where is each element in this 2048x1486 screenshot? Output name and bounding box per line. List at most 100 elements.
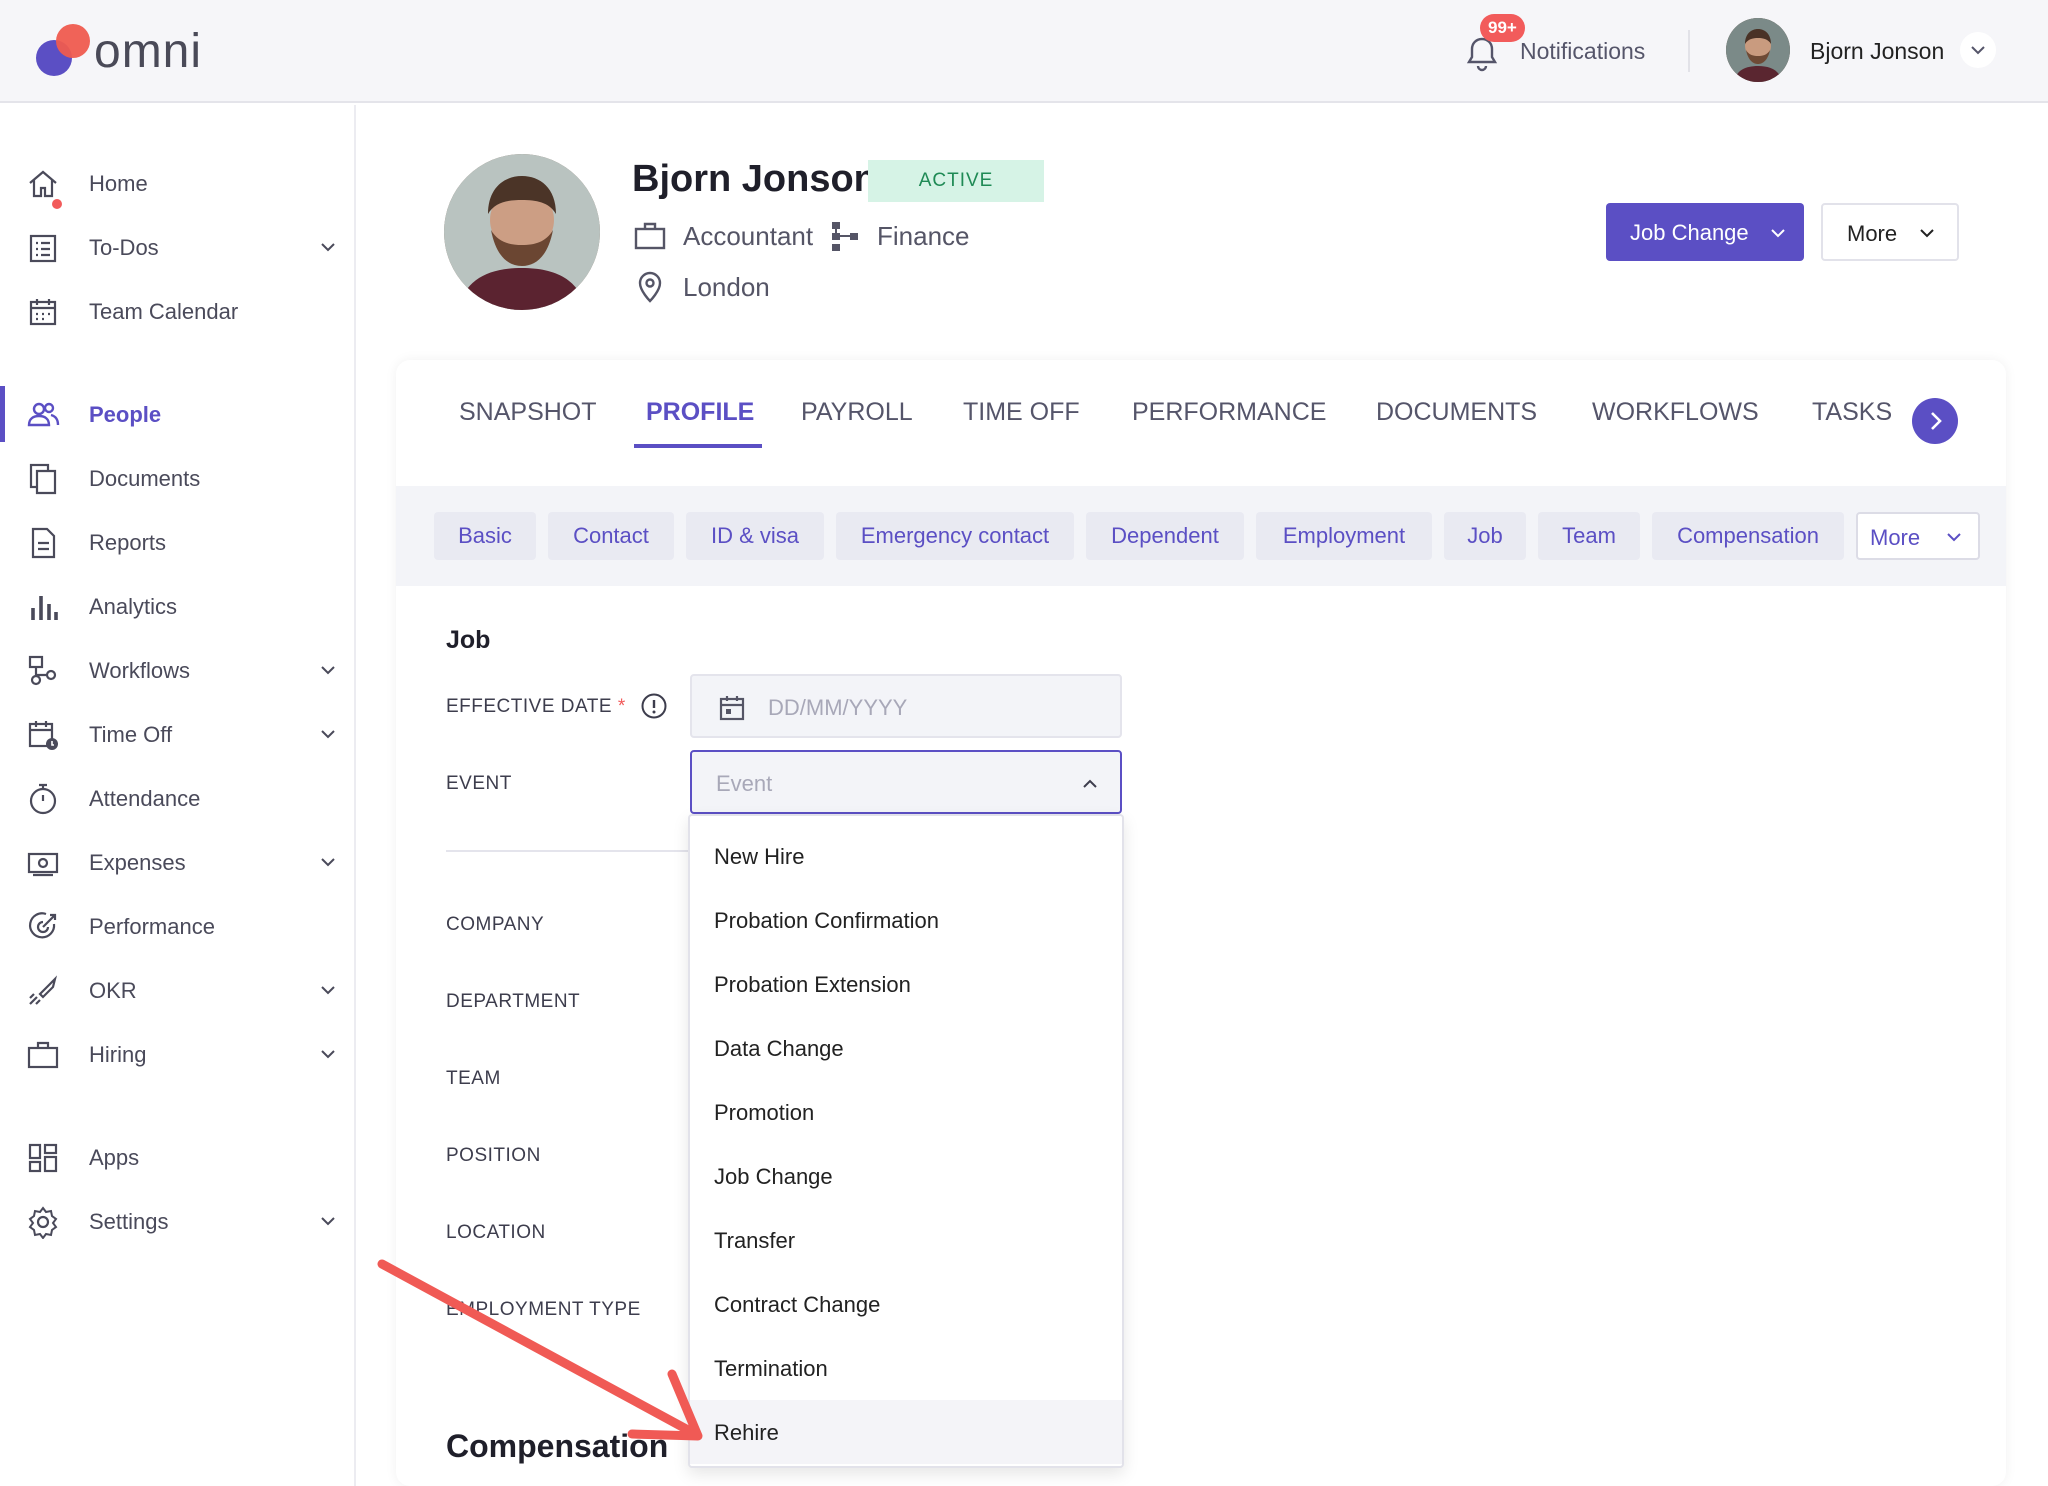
user-avatar[interactable]	[1726, 18, 1790, 82]
sidebar-item-team-calendar[interactable]: Team Calendar	[0, 283, 356, 339]
subtab-compensation[interactable]: Compensation	[1652, 512, 1844, 560]
event-select[interactable]: Event	[690, 750, 1122, 814]
subtab-team[interactable]: Team	[1538, 512, 1640, 560]
sidebar-item-label: To-Dos	[89, 235, 159, 260]
subtab-basic[interactable]: Basic	[434, 512, 536, 560]
job-change-label: Job Change	[1630, 220, 1749, 245]
event-option-label: Probation Confirmation	[714, 908, 940, 933]
position-label: POSITION	[446, 1145, 541, 1166]
sidebar-item-label: Apps	[89, 1145, 140, 1170]
documents-icon	[29, 463, 57, 495]
sidebar-item-okr[interactable]: OKR	[0, 962, 356, 1018]
top-bar: omni 99+ Notifications Bjorn Jonson	[0, 0, 2048, 103]
more-actions-button[interactable]: More	[1821, 203, 1959, 261]
briefcase-icon	[27, 1041, 59, 1069]
sidebar-item-time-off[interactable]: Time Off	[0, 706, 356, 762]
tab-documents[interactable]: DOCUMENTS	[1376, 398, 1537, 427]
event-option-transfer[interactable]: Transfer	[690, 1208, 1122, 1272]
sidebar-item-hiring[interactable]: Hiring	[0, 1026, 356, 1082]
job-change-button[interactable]: Job Change	[1606, 203, 1804, 261]
sidebar-item-label: OKR	[89, 978, 137, 1003]
user-menu-toggle[interactable]	[1960, 32, 1996, 68]
event-option-label: Promotion	[714, 1100, 815, 1125]
sidebar-item-performance[interactable]: Performance	[0, 898, 356, 954]
chevron-down-icon[interactable]	[318, 237, 338, 257]
stopwatch-icon	[29, 783, 57, 815]
subtab-dependent[interactable]: Dependent	[1086, 512, 1244, 560]
sidebar-item-reports[interactable]: Reports	[0, 514, 356, 570]
notifications-label: Notifications	[1520, 38, 1646, 64]
chevron-down-icon[interactable]	[318, 724, 338, 744]
chevron-down-icon[interactable]	[318, 1044, 338, 1064]
avatar-portrait-icon	[1726, 18, 1790, 82]
profile-job-title: Accountant	[683, 221, 814, 251]
effective-date-label-text: EFFECTIVE DATE	[446, 696, 613, 717]
profile-name: Bjorn Jonson	[632, 158, 877, 200]
tab-workflows[interactable]: WORKFLOWS	[1592, 398, 1759, 427]
chevron-right-icon	[1931, 412, 1942, 430]
subtab-contact[interactable]: Contact	[548, 512, 674, 560]
sidebar-item-workflows[interactable]: Workflows	[0, 642, 356, 698]
tab-payroll[interactable]: PAYROLL	[801, 398, 913, 427]
event-option-label: New Hire	[714, 844, 805, 869]
sidebar-item-settings[interactable]: Settings	[0, 1193, 356, 1249]
subtab-employment[interactable]: Employment	[1256, 512, 1432, 560]
omni-logo[interactable]: omni	[36, 22, 226, 82]
event-option-contract-change[interactable]: Contract Change	[690, 1272, 1122, 1336]
event-option-probation-confirmation[interactable]: Probation Confirmation	[690, 888, 1122, 952]
subtab-emergency-contact[interactable]: Emergency contact	[836, 512, 1074, 560]
sidebar-item-label: Home	[89, 171, 148, 196]
event-option-label: Rehire	[714, 1420, 779, 1445]
info-alert-icon[interactable]	[640, 692, 668, 720]
location-pin-icon	[638, 271, 662, 303]
event-option-termination[interactable]: Termination	[690, 1336, 1122, 1400]
subtab-job[interactable]: Job	[1444, 512, 1526, 560]
chevron-down-icon	[1971, 46, 1985, 55]
sidebar-item-attendance[interactable]: Attendance	[0, 770, 356, 826]
event-option-data-change[interactable]: Data Change	[690, 1016, 1122, 1080]
tab-time-off[interactable]: TIME OFF	[963, 398, 1080, 427]
event-placeholder: Event	[716, 771, 773, 796]
chevron-down-icon[interactable]	[318, 980, 338, 1000]
briefcase-icon	[634, 222, 666, 250]
event-option-rehire[interactable]: Rehire	[690, 1400, 1122, 1464]
chevron-down-icon[interactable]	[318, 852, 338, 872]
sidebar-item-label: Hiring	[89, 1042, 147, 1067]
event-option-label: Probation Extension	[714, 972, 911, 997]
effective-date-input[interactable]: DD/MM/YYYY	[690, 674, 1122, 738]
sidebar-item-label: Team Calendar	[89, 299, 239, 324]
sidebar-item-todos[interactable]: To-Dos	[0, 219, 356, 275]
chevron-down-icon	[1947, 533, 1961, 542]
sidebar-item-apps[interactable]: Apps	[0, 1129, 356, 1185]
sidebar-item-label: Time Off	[89, 722, 173, 747]
effective-date-label: EFFECTIVE DATE *	[446, 696, 626, 718]
event-option-job-change[interactable]: Job Change	[690, 1144, 1122, 1208]
tab-performance[interactable]: PERFORMANCE	[1132, 398, 1326, 427]
event-option-probation-extension[interactable]: Probation Extension	[690, 952, 1122, 1016]
chevron-down-icon[interactable]	[318, 660, 338, 680]
sidebar-item-documents[interactable]: Documents	[0, 450, 356, 506]
tabs-scroll-next-button[interactable]	[1912, 398, 1958, 444]
user-name: Bjorn Jonson	[1810, 38, 1945, 64]
sidebar-item-expenses[interactable]: Expenses	[0, 834, 356, 890]
event-option-new-hire[interactable]: New Hire	[690, 824, 1122, 888]
subtab-more-button[interactable]: More	[1856, 512, 1980, 560]
required-mark: *	[617, 696, 626, 717]
chevron-down-icon[interactable]	[318, 1211, 338, 1231]
company-label: COMPANY	[446, 914, 545, 935]
event-option-promotion[interactable]: Promotion	[690, 1080, 1122, 1144]
tab-snapshot[interactable]: SNAPSHOT	[459, 398, 597, 427]
tab-tasks[interactable]: TASKS	[1812, 398, 1892, 427]
todo-list-icon	[29, 234, 57, 263]
tab-profile[interactable]: PROFILE	[646, 398, 754, 427]
sidebar-item-people[interactable]: People	[0, 386, 356, 442]
location-label: LOCATION	[446, 1222, 546, 1243]
bar-chart-icon	[31, 596, 58, 620]
sidebar-item-label: Expenses	[89, 850, 186, 875]
logo-text: omni	[94, 25, 203, 78]
status-badge: ACTIVE	[868, 160, 1044, 202]
notifications-button[interactable]: 99+ Notifications	[1462, 14, 1662, 76]
sidebar-item-analytics[interactable]: Analytics	[0, 578, 356, 634]
notifications-badge: 99+	[1480, 14, 1525, 42]
subtab-id-visa[interactable]: ID & visa	[686, 512, 824, 560]
